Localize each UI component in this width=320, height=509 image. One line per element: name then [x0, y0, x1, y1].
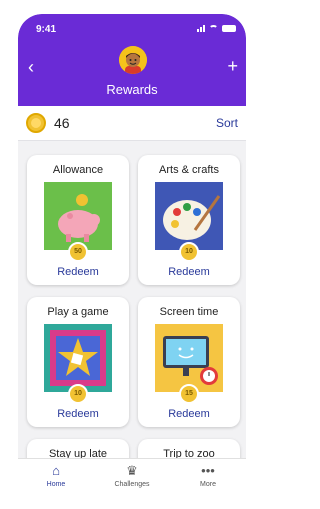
tab-more[interactable]: ••• More	[170, 459, 246, 494]
redeem-button[interactable]: Redeem	[138, 266, 240, 278]
reward-card[interactable]: Allowance 50 Redeem	[27, 155, 129, 285]
more-icon: •••	[201, 463, 215, 478]
reward-name: Arts & crafts	[159, 164, 219, 176]
redeem-button[interactable]: Redeem	[27, 408, 129, 420]
tab-home[interactable]: ⌂ Home	[18, 459, 94, 494]
cost-badge: 10	[68, 384, 88, 404]
reward-card[interactable]: Screen time 15 Redeem	[138, 297, 240, 427]
reward-name: Screen time	[159, 306, 219, 318]
tab-challenges[interactable]: ♛ Challenges	[94, 459, 170, 494]
reward-card[interactable]: Play a game 10 Redeem	[27, 297, 129, 427]
cost-badge: 10	[179, 242, 199, 262]
tab-bar: ⌂ Home ♛ Challenges ••• More	[18, 458, 246, 494]
page-title: Rewards	[106, 82, 158, 97]
app-header: 9:41 ‹ + Rewards	[18, 14, 246, 106]
tab-label: More	[200, 481, 216, 488]
reward-name: Play a game	[47, 306, 109, 318]
tab-label: Challenges	[114, 481, 150, 488]
tab-label: Home	[46, 481, 66, 488]
points-balance: 46	[54, 115, 70, 131]
add-reward-button[interactable]: +	[227, 57, 238, 75]
trophy-icon: ♛	[126, 463, 138, 478]
app-screen: 9:41 ‹ + Rewards 46 Sort Allowance 50 Re…	[18, 14, 246, 494]
redeem-button[interactable]: Redeem	[138, 408, 240, 420]
screen-time-image	[155, 324, 223, 392]
points-bar: 46 Sort	[18, 106, 246, 141]
coin-icon	[26, 113, 46, 133]
board-game-image	[44, 324, 112, 392]
avatar[interactable]	[119, 46, 147, 74]
wifi-icon	[209, 25, 218, 32]
cost-badge: 50	[68, 242, 88, 262]
redeem-button[interactable]: Redeem	[27, 266, 129, 278]
sort-button[interactable]: Sort	[216, 116, 238, 130]
battery-icon	[222, 25, 236, 32]
signal-icon	[197, 25, 205, 32]
status-icons	[197, 25, 236, 32]
paint-palette-image	[155, 182, 223, 250]
back-button[interactable]: ‹	[28, 58, 34, 76]
piggy-bank-image	[44, 182, 112, 250]
reward-name: Allowance	[52, 164, 104, 176]
cost-badge: 15	[179, 384, 199, 404]
home-icon: ⌂	[52, 463, 60, 478]
reward-card[interactable]: Arts & crafts 10 Redeem	[138, 155, 240, 285]
status-time: 9:41	[36, 24, 57, 35]
